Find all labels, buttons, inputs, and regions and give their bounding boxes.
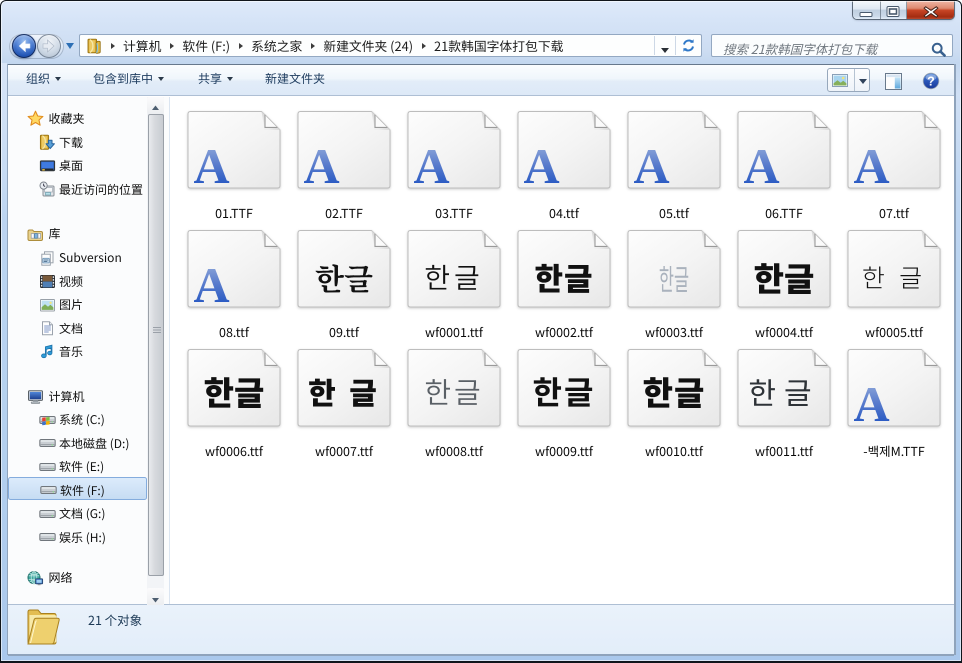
svg-text:?: ? — [927, 74, 935, 88]
